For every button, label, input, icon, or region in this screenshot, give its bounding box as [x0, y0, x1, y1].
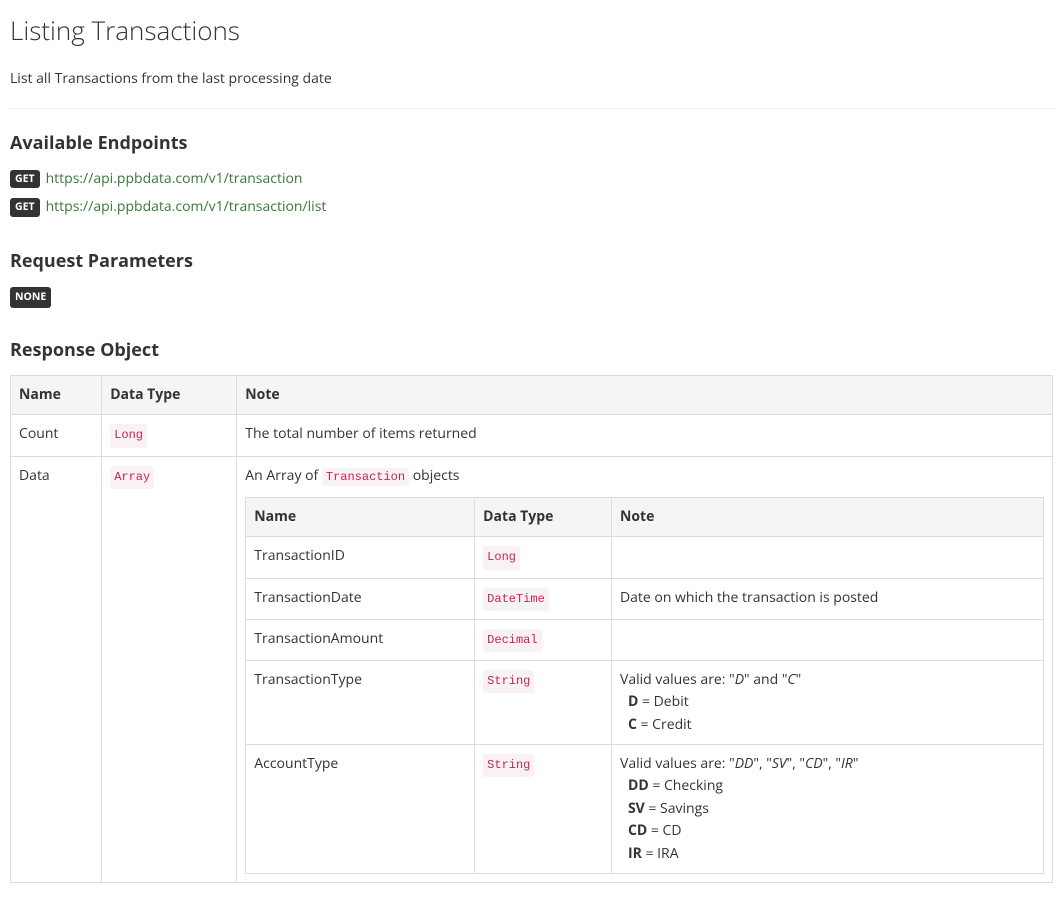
nested-table: Name Data Type Note TransactionID Long: [245, 497, 1044, 874]
value-bold: SV: [628, 799, 645, 818]
field-name: TransactionDate: [246, 578, 475, 619]
endpoint-row: GET https://api.ppbdata.com/v1/transacti…: [10, 168, 1053, 190]
note-text: " and ": [744, 670, 787, 689]
field-name: AccountType: [246, 745, 475, 874]
value-legend: DD = Checking SV = Savings CD = CD IR = …: [620, 775, 1035, 865]
field-type: String: [475, 745, 612, 874]
field-name: Count: [11, 415, 102, 456]
note-text: An Array of: [245, 466, 322, 485]
datatype-code: String: [483, 670, 534, 693]
field-note: An Array of Transaction objects Name Dat…: [237, 456, 1053, 882]
note-text: objects: [409, 466, 459, 485]
value-bold: CD: [628, 821, 647, 840]
request-heading: Request Parameters: [10, 247, 1053, 276]
field-note: [611, 619, 1043, 660]
endpoint-link[interactable]: https://api.ppbdata.com/v1/transaction/l…: [46, 196, 327, 218]
value-label: = Debit: [638, 692, 688, 711]
table-row: TransactionType String Valid values are:…: [246, 660, 1044, 744]
field-note: [611, 537, 1043, 578]
value-bold: DD: [628, 776, 649, 795]
divider: [10, 108, 1053, 109]
value-code: SV: [772, 754, 787, 773]
table-header-row: Name Data Type Note: [246, 497, 1044, 536]
value-bold: D: [628, 692, 638, 711]
note-text: Valid values are: ": [620, 670, 735, 689]
value-label: = Checking: [649, 776, 723, 795]
value-code: C: [787, 670, 795, 689]
http-method-badge: GET: [10, 170, 40, 189]
field-note: Valid values are: "D" and "C" D = Debit …: [611, 660, 1043, 744]
value-bold: IR: [628, 844, 642, 863]
field-name: TransactionAmount: [246, 619, 475, 660]
datatype-code: DateTime: [483, 588, 549, 611]
table-header-row: Name Data Type Note: [11, 375, 1053, 414]
table-row: TransactionAmount Decimal: [246, 619, 1044, 660]
page-title: Listing Transactions: [10, 10, 1053, 52]
value-code: DD: [735, 754, 754, 773]
note-text: ", ": [823, 754, 841, 773]
col-note: Note: [611, 497, 1043, 536]
response-section: Response Object Name Data Type Note Coun…: [10, 336, 1053, 883]
field-name: TransactionType: [246, 660, 475, 744]
endpoints-section: Available Endpoints GET https://api.ppbd…: [10, 129, 1053, 219]
endpoints-heading: Available Endpoints: [10, 129, 1053, 158]
note-text: ": [853, 754, 859, 773]
value-code: IR: [841, 754, 853, 773]
field-type: Decimal: [475, 619, 612, 660]
table-row: TransactionDate DateTime Date on which t…: [246, 578, 1044, 619]
value-label: = CD: [647, 821, 681, 840]
inline-code: Transaction: [322, 468, 409, 486]
datatype-code: Long: [483, 546, 520, 569]
note-text: ", ": [787, 754, 805, 773]
datatype-code: Array: [110, 466, 154, 489]
field-note: Date on which the transaction is posted: [611, 578, 1043, 619]
col-datatype: Data Type: [475, 497, 612, 536]
value-label: = IRA: [642, 844, 679, 863]
note-text: ", ": [753, 754, 771, 773]
field-type: DateTime: [475, 578, 612, 619]
field-type: Long: [102, 415, 237, 456]
request-section: Request Parameters NONE: [10, 247, 1053, 309]
field-note: Valid values are: "DD", "SV", "CD", "IR"…: [611, 745, 1043, 874]
none-badge: NONE: [10, 287, 51, 308]
endpoint-row: GET https://api.ppbdata.com/v1/transacti…: [10, 196, 1053, 218]
value-legend: D = Debit C = Credit: [620, 691, 1035, 736]
datatype-code: Decimal: [483, 629, 541, 652]
response-heading: Response Object: [10, 336, 1053, 365]
value-code: D: [735, 670, 744, 689]
col-note: Note: [237, 375, 1053, 414]
note-text: Valid values are: ": [620, 754, 735, 773]
table-row: Count Long The total number of items ret…: [11, 415, 1053, 456]
table-row: AccountType String Valid values are: "DD…: [246, 745, 1044, 874]
field-name: TransactionID: [246, 537, 475, 578]
col-name: Name: [246, 497, 475, 536]
field-type: String: [475, 660, 612, 744]
table-row: Data Array An Array of Transaction objec…: [11, 456, 1053, 882]
field-note: The total number of items returned: [237, 415, 1053, 456]
value-label: = Credit: [637, 715, 692, 734]
col-datatype: Data Type: [102, 375, 237, 414]
value-code: CD: [805, 754, 823, 773]
note-text: ": [796, 670, 802, 689]
field-type: Array: [102, 456, 237, 882]
datatype-code: String: [483, 754, 534, 777]
value-label: = Savings: [645, 799, 709, 818]
table-row: TransactionID Long: [246, 537, 1044, 578]
endpoint-link[interactable]: https://api.ppbdata.com/v1/transaction: [46, 168, 303, 190]
response-table: Name Data Type Note Count Long The total…: [10, 375, 1053, 883]
field-type: Long: [475, 537, 612, 578]
datatype-code: Long: [110, 424, 147, 447]
http-method-badge: GET: [10, 198, 40, 217]
field-name: Data: [11, 456, 102, 882]
value-bold: C: [628, 715, 637, 734]
col-name: Name: [11, 375, 102, 414]
page-subtitle: List all Transactions from the last proc…: [10, 68, 1053, 90]
